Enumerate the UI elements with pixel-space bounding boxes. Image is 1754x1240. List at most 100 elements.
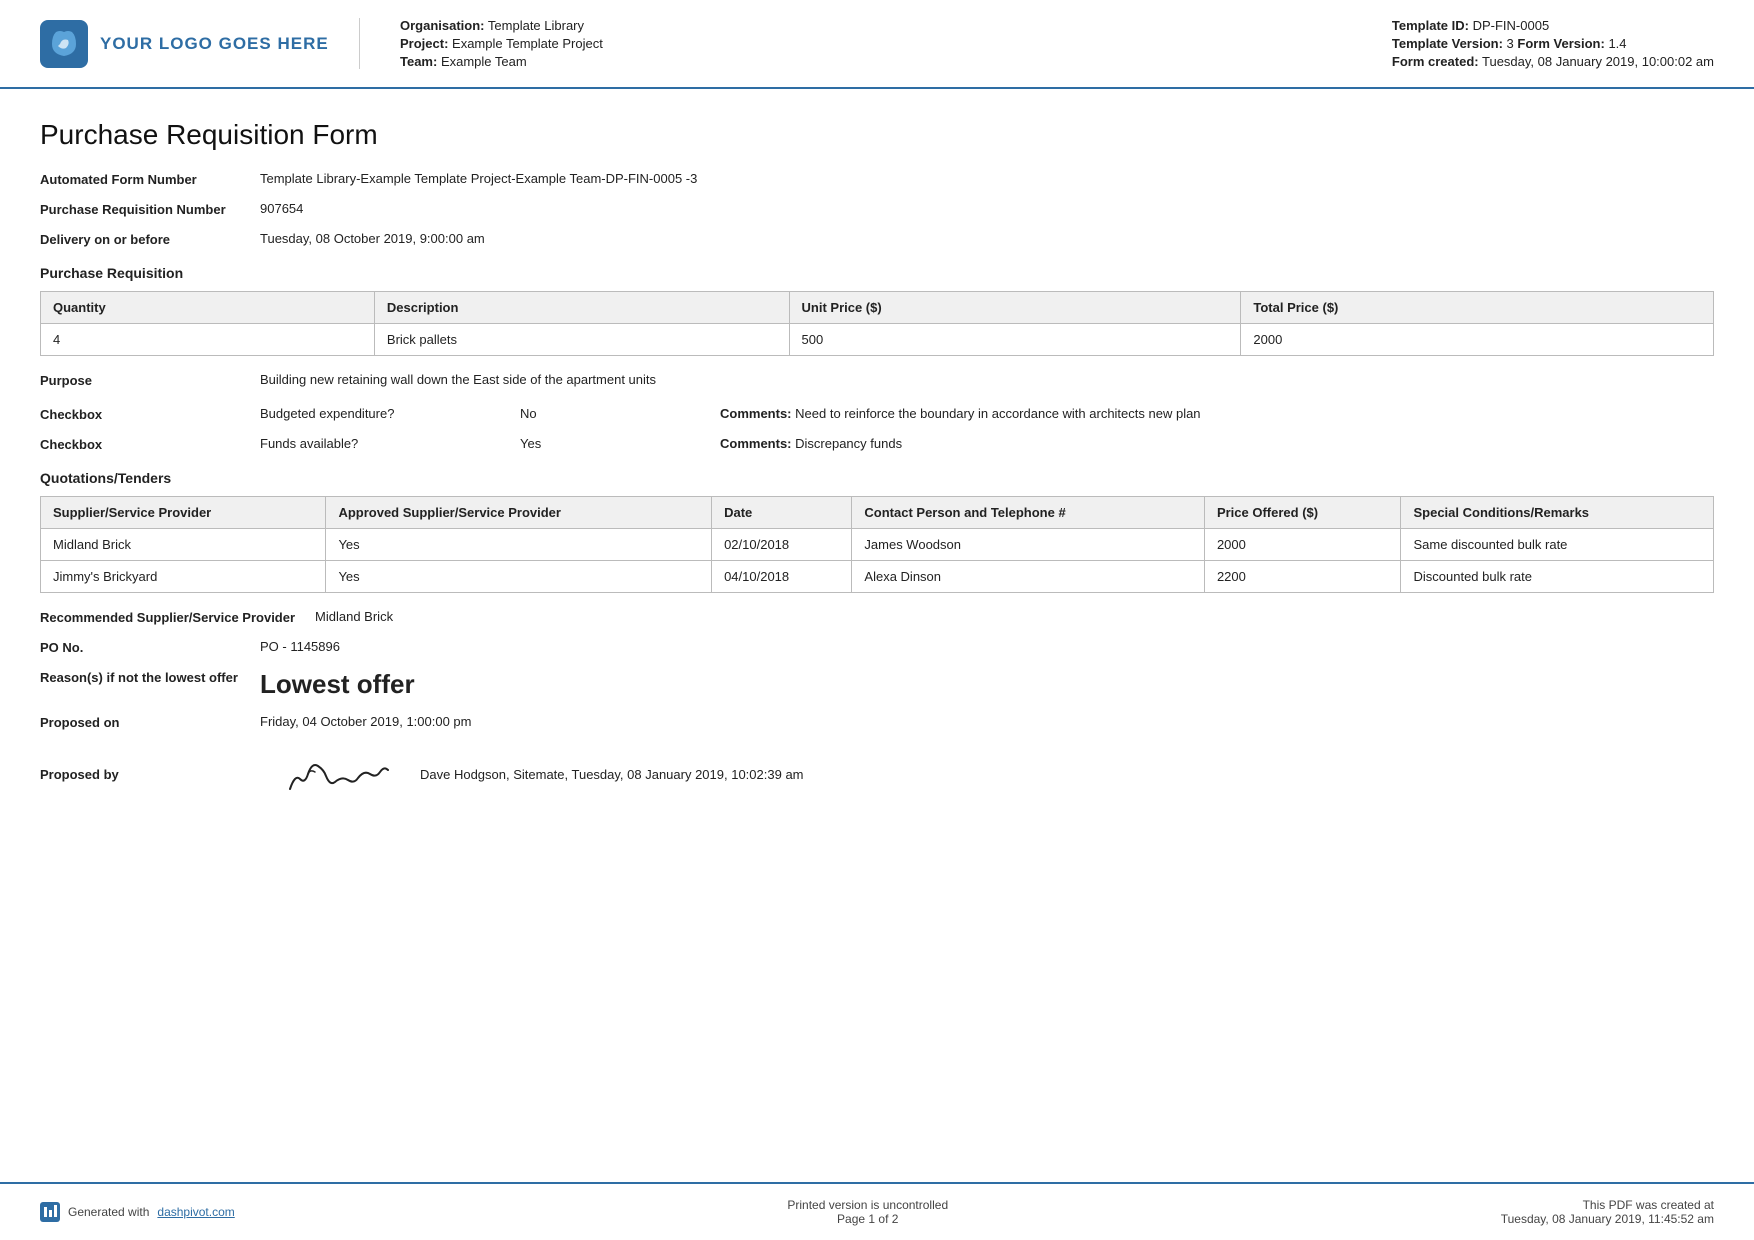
form-version-label: Form Version: xyxy=(1517,36,1604,51)
header: YOUR LOGO GOES HERE Organisation: Templa… xyxy=(0,0,1754,89)
logo-section: YOUR LOGO GOES HERE xyxy=(40,18,360,69)
quot-cell-remarks: Same discounted bulk rate xyxy=(1401,529,1714,561)
signature-image xyxy=(280,744,400,804)
footer-right-line1: This PDF was created at xyxy=(1501,1198,1714,1212)
reason-label: Reason(s) if not the lowest offer xyxy=(40,669,260,685)
form-version-value: 1.4 xyxy=(1608,36,1626,51)
col-unit-price: Unit Price ($) xyxy=(789,292,1241,324)
automated-form-value: Template Library-Example Template Projec… xyxy=(260,171,1714,186)
checkbox1-comments-label: Comments: xyxy=(720,406,792,421)
automated-form-row: Automated Form Number Template Library-E… xyxy=(40,171,1714,187)
template-version-label: Template Version: xyxy=(1392,36,1503,51)
purpose-value: Building new retaining wall down the Eas… xyxy=(260,372,1714,387)
org-value: Template Library xyxy=(488,18,584,33)
project-value: Example Template Project xyxy=(452,36,603,51)
checkbox1-label: Checkbox xyxy=(40,406,260,422)
quot-cell-approved: Yes xyxy=(326,529,712,561)
quot-cell-price: 2200 xyxy=(1204,561,1401,593)
quotations-header-row: Supplier/Service Provider Approved Suppl… xyxy=(41,497,1714,529)
quot-cell-remarks: Discounted bulk rate xyxy=(1401,561,1714,593)
purpose-label: Purpose xyxy=(40,372,260,388)
quot-col-approved: Approved Supplier/Service Provider xyxy=(326,497,712,529)
footer-center-line1: Printed version is uncontrolled xyxy=(787,1198,948,1212)
org-line: Organisation: Template Library xyxy=(400,18,1362,33)
checkbox2-label: Checkbox xyxy=(40,436,260,452)
proposed-on-row: Proposed on Friday, 04 October 2019, 1:0… xyxy=(40,714,1714,730)
footer-link[interactable]: dashpivot.com xyxy=(157,1205,234,1219)
project-line: Project: Example Template Project xyxy=(400,36,1362,51)
checkbox2-comments-label: Comments: xyxy=(720,436,792,451)
purchase-req-value: 907654 xyxy=(260,201,1714,216)
header-meta: Organisation: Template Library Project: … xyxy=(360,18,1362,69)
purchase-req-table: Quantity Description Unit Price ($) Tota… xyxy=(40,291,1714,356)
col-total-price: Total Price ($) xyxy=(1241,292,1714,324)
footer-generated-text: Generated with xyxy=(68,1205,149,1219)
quot-cell-supplier: Midland Brick xyxy=(41,529,326,561)
quot-cell-contact: James Woodson xyxy=(852,529,1205,561)
proposed-on-label: Proposed on xyxy=(40,714,260,730)
purchase-req-section-title: Purchase Requisition xyxy=(40,265,1714,281)
main-content: Purchase Requisition Form Automated Form… xyxy=(0,89,1754,1182)
automated-form-label: Automated Form Number xyxy=(40,171,260,187)
checkbox1-comments-value: Need to reinforce the boundary in accord… xyxy=(795,406,1200,421)
org-label: Organisation: xyxy=(400,18,485,33)
team-label: Team: xyxy=(400,54,437,69)
checkbox1-section: Checkbox Budgeted expenditure? No Commen… xyxy=(40,406,1714,422)
template-id-line: Template ID: DP-FIN-0005 xyxy=(1392,18,1714,33)
po-label: PO No. xyxy=(40,639,260,655)
quot-col-remarks: Special Conditions/Remarks xyxy=(1401,497,1714,529)
footer-right-line2: Tuesday, 08 January 2019, 11:45:52 am xyxy=(1501,1212,1714,1226)
quot-cell-supplier: Jimmy's Brickyard xyxy=(41,561,326,593)
quot-col-contact: Contact Person and Telephone # xyxy=(852,497,1205,529)
quot-row: Midland BrickYes02/10/2018James Woodson2… xyxy=(41,529,1714,561)
quot-cell-date: 04/10/2018 xyxy=(712,561,852,593)
purchase-req-row: Purchase Requisition Number 907654 xyxy=(40,201,1714,217)
delivery-row: Delivery on or before Tuesday, 08 Octobe… xyxy=(40,231,1714,247)
recommended-label: Recommended Supplier/Service Provider xyxy=(40,609,315,625)
quot-row: Jimmy's BrickyardYes04/10/2018Alexa Dins… xyxy=(41,561,1714,593)
purchase-req-label: Purchase Requisition Number xyxy=(40,201,260,217)
checkbox1-question: Budgeted expenditure? xyxy=(260,406,520,421)
quot-col-date: Date xyxy=(712,497,852,529)
logo-icon xyxy=(40,20,88,68)
purchase-req-table-header-row: Quantity Description Unit Price ($) Tota… xyxy=(41,292,1714,324)
proposed-on-value: Friday, 04 October 2019, 1:00:00 pm xyxy=(260,714,1714,729)
proposed-by-label: Proposed by xyxy=(40,766,260,782)
quot-cell-approved: Yes xyxy=(326,561,712,593)
footer-left: Generated with dashpivot.com xyxy=(40,1202,235,1222)
table-cell-quantity: 4 xyxy=(41,324,375,356)
recommended-row: Recommended Supplier/Service Provider Mi… xyxy=(40,609,1714,625)
team-value: Example Team xyxy=(441,54,527,69)
table-cell-description: Brick pallets xyxy=(374,324,789,356)
footer-center-line2: Page 1 of 2 xyxy=(787,1212,948,1226)
quot-cell-contact: Alexa Dinson xyxy=(852,561,1205,593)
form-created-value: Tuesday, 08 January 2019, 10:00:02 am xyxy=(1482,54,1714,69)
reason-row: Reason(s) if not the lowest offer Lowest… xyxy=(40,669,1714,700)
table-row: 4Brick pallets5002000 xyxy=(41,324,1714,356)
template-id-value: DP-FIN-0005 xyxy=(1473,18,1550,33)
checkbox1-answer: No xyxy=(520,406,720,421)
quot-col-supplier: Supplier/Service Provider xyxy=(41,497,326,529)
header-right: Template ID: DP-FIN-0005 Template Versio… xyxy=(1362,18,1714,69)
footer-right: This PDF was created at Tuesday, 08 Janu… xyxy=(1501,1198,1714,1226)
quotations-table: Supplier/Service Provider Approved Suppl… xyxy=(40,496,1714,593)
form-title: Purchase Requisition Form xyxy=(40,119,1714,151)
quot-cell-date: 02/10/2018 xyxy=(712,529,852,561)
table-cell-total_price: 2000 xyxy=(1241,324,1714,356)
checkbox2-comments-value: Discrepancy funds xyxy=(795,436,902,451)
po-value: PO - 1145896 xyxy=(260,639,1714,654)
dashpivot-icon xyxy=(40,1202,60,1222)
checkbox2-question: Funds available? xyxy=(260,436,520,451)
quotations-section-title: Quotations/Tenders xyxy=(40,470,1714,486)
page: YOUR LOGO GOES HERE Organisation: Templa… xyxy=(0,0,1754,1240)
checkbox2-answer: Yes xyxy=(520,436,720,451)
proposed-by-row: Proposed by Dave Hodgson, Sitemate, Tues… xyxy=(40,744,1714,804)
template-id-label: Template ID: xyxy=(1392,18,1469,33)
purpose-row: Purpose Building new retaining wall down… xyxy=(40,372,1714,388)
quot-cell-price: 2000 xyxy=(1204,529,1401,561)
delivery-label: Delivery on or before xyxy=(40,231,260,247)
col-description: Description xyxy=(374,292,789,324)
project-label: Project: xyxy=(400,36,448,51)
team-line: Team: Example Team xyxy=(400,54,1362,69)
table-cell-unit_price: 500 xyxy=(789,324,1241,356)
